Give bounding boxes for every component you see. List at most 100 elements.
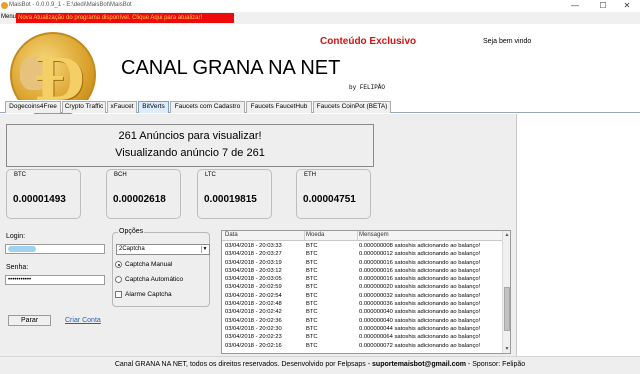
tab-dogecoins4free[interactable]: Dogecoins4Free — [5, 101, 61, 113]
table-row[interactable]: 03/04/2018 - 20:03:33 BTC 0.000000008 sato… — [222, 242, 503, 250]
cell-coin: BTC — [306, 284, 318, 291]
tab-faucets-coinpot[interactable]: Faucets CoinPot (BETA) — [313, 101, 391, 113]
cell-coin: BTC — [306, 251, 318, 258]
ltc-label: LTC — [205, 172, 216, 178]
cell-date: 03/04/2018 - 20:03:19 — [225, 259, 282, 266]
scroll-thumb[interactable] — [504, 287, 510, 331]
table-row[interactable]: 03/04/2018 - 20:02:48 BTC 0.000000036 sato… — [222, 300, 503, 308]
cell-message: 0.000000016 satoshis adicionando ao bala… — [359, 276, 481, 283]
scroll-up-icon[interactable]: ▲ — [503, 231, 510, 239]
cell-message: 0.000000036 satoshis adicionando ao bala… — [359, 301, 481, 308]
table-row[interactable]: 03/04/2018 - 20:02:59 BTC 0.000000020 sato… — [222, 283, 503, 291]
cell-message: 0.000000008 satoshis adicionando ao bala… — [359, 243, 481, 249]
close-button[interactable]: ✕ — [614, 0, 640, 12]
log-table-header: Data Moeda Mensagem — [222, 231, 503, 241]
create-account-link[interactable]: Criar Conta — [65, 317, 101, 324]
cell-message: 0.000000040 satoshis adicionando ao bala… — [359, 309, 481, 316]
table-row[interactable]: 03/04/2018 - 20:02:54 BTC 0.000000032 sato… — [222, 292, 503, 300]
ltc-value: 0.00019815 — [204, 194, 257, 205]
checkbox-icon[interactable] — [115, 291, 122, 298]
menu-item[interactable]: Menu — [1, 14, 16, 20]
captcha-auto-option[interactable]: Captcha Automático — [115, 276, 183, 283]
table-row[interactable]: 03/04/2018 - 20:02:42 BTC 0.000000040 sato… — [222, 308, 503, 316]
table-row[interactable]: 03/04/2018 - 20:03:12 BTC 0.000000016 sato… — [222, 267, 503, 275]
tab-bitverts[interactable]: BitVerts — [138, 101, 169, 113]
captcha-service-select[interactable]: 2Captcha ▼ — [116, 244, 210, 255]
tab-faucets-faucethub[interactable]: Faucets FaucetHub — [246, 101, 312, 113]
cell-date: 03/04/2018 - 20:03:33 — [225, 243, 282, 249]
log-table-body: 03/04/2018 - 20:03:33 BTC 0.000000008 sato… — [222, 242, 503, 350]
footer-text: Canal GRANA NA NET, todos os direitos re… — [114, 361, 373, 368]
tab-xfaucet[interactable]: xFaucet — [107, 101, 137, 113]
table-row[interactable]: 03/04/2018 - 20:03:27 BTC 0.000000012 sato… — [222, 250, 503, 258]
stop-button[interactable]: Parar — [8, 315, 51, 326]
header: Ð CANAL GRANA NA NET by FELIPÃO Conteúdo… — [0, 24, 640, 118]
cell-date: 03/04/2018 - 20:02:36 — [225, 317, 282, 324]
cell-date: 03/04/2018 - 20:03:27 — [225, 251, 282, 258]
login-field[interactable] — [5, 244, 105, 254]
options-title: Opções — [118, 228, 145, 235]
ads-status-box: 261 Anúncios para visualizar! Visualizan… — [6, 124, 374, 167]
maximize-button[interactable]: ☐ — [590, 0, 616, 12]
cell-date: 03/04/2018 - 20:02:48 — [225, 301, 282, 308]
table-row[interactable]: 03/04/2018 - 20:02:16 BTC 0.000000072 sato… — [222, 342, 503, 350]
bch-label: BCH — [114, 172, 127, 178]
tab-faucets-com-cadastro[interactable]: Faucets com Cadastro — [170, 101, 245, 113]
cell-date: 03/04/2018 - 20:02:30 — [225, 325, 282, 332]
title-bar: MaisBot - 0.0.0.9_1 - E:\dedi\MaisBot\Ma… — [0, 0, 640, 12]
radio-selected-icon[interactable] — [115, 261, 122, 268]
cell-message: 0.000000012 satoshis adicionando ao bala… — [359, 251, 481, 258]
window-title: MaisBot - 0.0.0.9_1 - E:\dedi\MaisBot\Ma… — [9, 2, 132, 8]
log-scrollbar[interactable]: ▲ ▼ — [502, 231, 510, 353]
welcome-text: Seja bem vindo — [483, 38, 532, 45]
cell-date: 03/04/2018 - 20:03:12 — [225, 267, 282, 274]
chevron-down-icon[interactable]: ▼ — [201, 246, 208, 253]
col-moeda[interactable]: Moeda — [306, 232, 324, 238]
table-row[interactable]: 03/04/2018 - 20:03:05 BTC 0.000000016 sato… — [222, 275, 503, 283]
cell-message: 0.000000016 satoshis adicionando ao bala… — [359, 267, 481, 274]
col-data[interactable]: Data — [225, 232, 238, 238]
captcha-manual-label: Captcha Manual — [125, 261, 173, 269]
login-value-redacted — [8, 246, 36, 252]
login-label: Login: — [6, 233, 26, 240]
page-title: CANAL GRANA NA NET — [121, 57, 341, 79]
bch-balance-box: BCH 0.00002618 — [106, 169, 181, 219]
senha-label: Senha: — [6, 264, 29, 271]
captcha-service-value: 2Captcha — [119, 246, 145, 252]
cell-date: 03/04/2018 - 20:02:54 — [225, 292, 282, 299]
bitverts-panel: 261 Anúncios para visualizar! Visualizan… — [0, 114, 517, 356]
app-window: MaisBot - 0.0.0.9_1 - E:\dedi\MaisBot\Ma… — [0, 0, 640, 374]
bch-value: 0.00002618 — [113, 194, 166, 205]
alarm-captcha-label: Alarme Captcha — [125, 291, 172, 299]
table-row[interactable]: 03/04/2018 - 20:02:30 BTC 0.000000044 sato… — [222, 325, 503, 333]
password-field[interactable]: ••••••••••• — [5, 275, 105, 285]
cell-coin: BTC — [306, 301, 318, 308]
cell-message: 0.000000016 satoshis adicionando ao bala… — [359, 259, 481, 266]
scroll-down-icon[interactable]: ▼ — [503, 345, 510, 353]
btc-value: 0.00001493 — [13, 194, 66, 205]
cell-coin: BTC — [306, 243, 318, 249]
support-email[interactable]: suportemaisbot@gmail.com — [372, 361, 466, 368]
exclusive-content-label: Conteúdo Exclusivo — [320, 36, 417, 47]
update-banner[interactable]: Nova Atualização do programa disponível.… — [16, 13, 234, 23]
cell-coin: BTC — [306, 259, 318, 266]
table-row[interactable]: 03/04/2018 - 20:02:23 BTC 0.000000064 sato… — [222, 333, 503, 341]
table-row[interactable]: 03/04/2018 - 20:03:19 BTC 0.000000016 sato… — [222, 259, 503, 267]
table-row[interactable]: 03/04/2018 - 20:02:36 BTC 0.000000040 sato… — [222, 317, 503, 325]
captcha-auto-label: Captcha Automático — [125, 276, 184, 284]
alarm-captcha-option[interactable]: Alarme Captcha — [115, 291, 172, 298]
author-signature: by FELIPÃO — [349, 84, 386, 91]
cell-coin: BTC — [306, 309, 318, 316]
cell-message: 0.000000020 satoshis adicionando ao bala… — [359, 284, 481, 291]
radio-icon[interactable] — [115, 276, 122, 283]
tab-crypto-traffic[interactable]: Crypto Traffic — [62, 101, 106, 113]
minimize-button[interactable]: — — [562, 0, 588, 12]
btc-label: BTC — [14, 172, 26, 178]
eth-balance-box: ETH 0.00004751 — [296, 169, 371, 219]
options-group: Opções 2Captcha ▼ Captcha Manual Captcha… — [112, 228, 210, 307]
cell-coin: BTC — [306, 317, 318, 324]
captcha-manual-option[interactable]: Captcha Manual — [115, 261, 172, 268]
col-mensagem[interactable]: Mensagem — [359, 232, 389, 238]
ads-progress-text: Visualizando anúncio 7 de 261 — [115, 147, 265, 159]
footer: Canal GRANA NA NET, todos os direitos re… — [0, 356, 640, 374]
